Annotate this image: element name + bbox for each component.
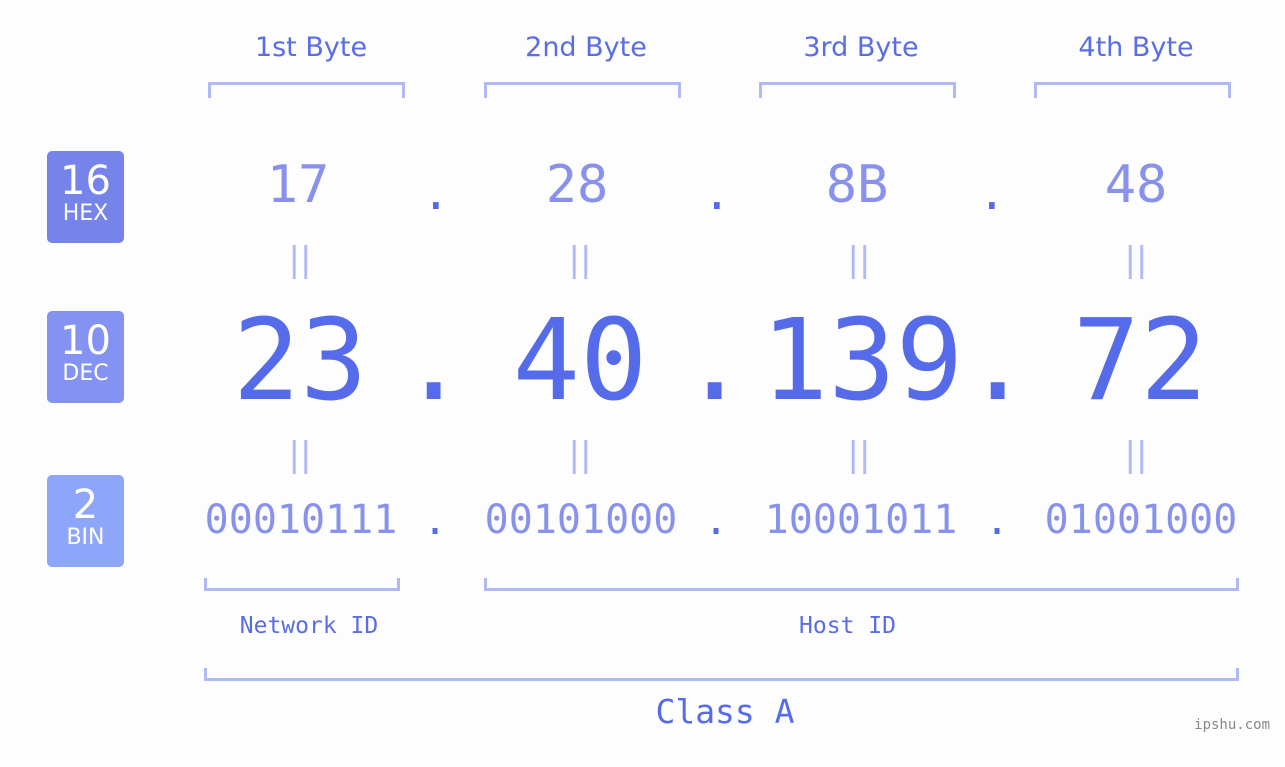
byte-header-1: 1st Byte [254,32,368,63]
byte-bracket-2 [484,82,681,98]
hex-value-2: 28 [545,155,609,215]
equals-icon: || [1124,435,1148,475]
bin-separator-3: . [985,498,1010,544]
equals-icon: || [568,435,592,475]
bin-badge-label: BIN [66,525,105,550]
class-label: Class A [655,692,795,731]
bin-separator-2: . [704,498,729,544]
hex-value-1: 17 [266,155,330,215]
equals-icon: || [568,240,592,280]
network-id-label: Network ID [239,613,379,639]
watermark: ipshu.com [1194,717,1270,733]
dec-separator-3: . [964,296,1032,426]
hex-separator-1: . [422,166,450,220]
byte-header-3: 3rd Byte [803,32,919,63]
byte-bracket-4 [1034,82,1231,98]
bin-badge-number: 2 [72,482,99,528]
dec-badge-label: DEC [62,361,109,386]
byte-header-2: 2nd Byte [525,32,647,63]
equals-icon: || [847,240,871,280]
network-id-bracket [204,578,400,591]
host-id-label: Host ID [799,613,896,639]
byte-header-4: 4th Byte [1078,32,1194,63]
dec-value-2: 40 [512,296,648,426]
bin-separator-1: . [423,498,448,544]
dec-value-4: 72 [1072,296,1208,426]
hex-separator-2: . [703,166,731,220]
dec-separator-1: . [400,296,468,426]
byte-bracket-3 [759,82,956,98]
hex-badge-label: HEX [62,201,109,226]
equals-icon: || [288,435,312,475]
bin-value-4: 01001000 [1044,497,1238,543]
class-bracket [204,668,1239,681]
hex-badge: 16 HEX [47,151,124,243]
equals-icon: || [847,435,871,475]
equals-icon: || [288,240,312,280]
hex-separator-3: . [978,166,1006,220]
bin-value-3: 10001011 [764,497,958,543]
hex-value-4: 48 [1104,155,1168,215]
dec-value-3: 139 [760,296,964,426]
dec-badge-number: 10 [60,318,111,364]
equals-icon: || [1124,240,1148,280]
bin-value-1: 00010111 [204,497,398,543]
byte-bracket-1 [208,82,405,98]
dec-separator-2: . [681,296,749,426]
dec-badge: 10 DEC [47,311,124,403]
hex-badge-number: 16 [60,158,111,204]
hex-value-3: 8B [825,155,889,215]
bin-badge: 2 BIN [47,475,124,567]
dec-value-1: 23 [232,296,368,426]
host-id-bracket [484,578,1239,591]
bin-value-2: 00101000 [484,497,678,543]
